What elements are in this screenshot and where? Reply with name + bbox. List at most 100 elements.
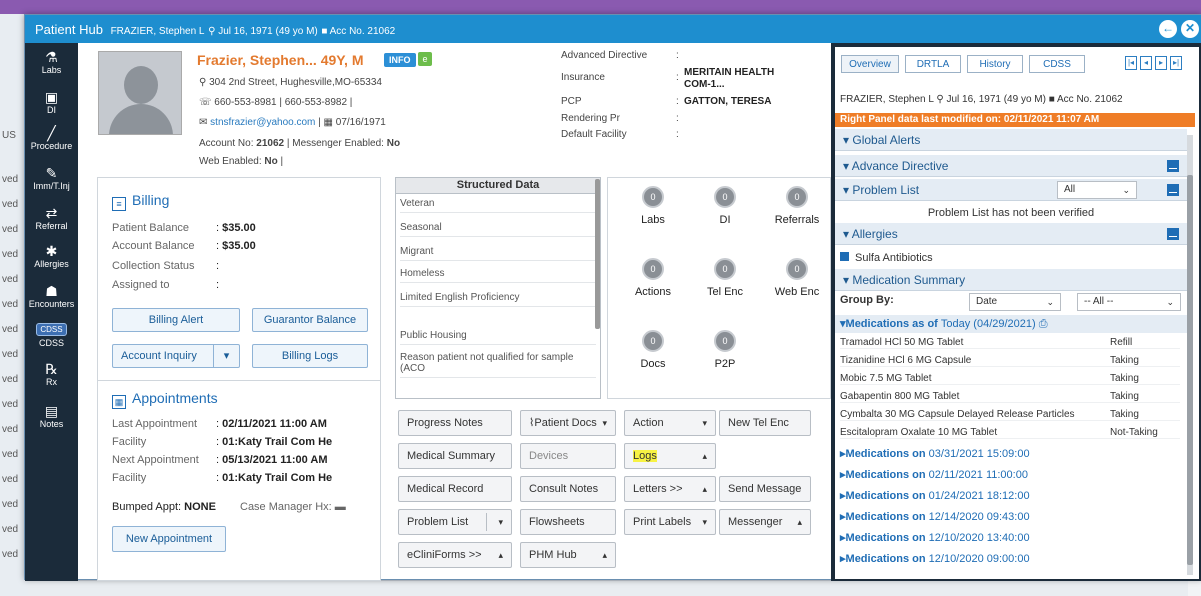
structured-data-panel: Structured Data Veteran Seasonal Migrant Ho… xyxy=(395,177,601,399)
sidebar-item-allergies[interactable]: ✱ Allergies xyxy=(25,243,78,269)
new-appointment-button[interactable]: New Appointment xyxy=(112,526,226,552)
background-row-text: ved xyxy=(2,349,19,360)
print-icon[interactable]: ⎙ xyxy=(1039,318,1048,330)
global-alerts-section[interactable]: ▾ Global Alerts xyxy=(835,129,1187,151)
prev-page-icon[interactable]: ◂ xyxy=(1140,56,1152,70)
patient-docs-button[interactable]: ⌇Patient Docs ▾ xyxy=(520,410,616,436)
new-tel-enc-button[interactable]: New Tel Enc xyxy=(719,410,811,436)
right-panel-scrollbar[interactable] xyxy=(1187,135,1193,575)
medication-history-item[interactable]: ▸Medications on 03/31/2021 15:09:00 xyxy=(840,447,1030,460)
counter-web-enc[interactable]: 0 Web Enc xyxy=(762,258,832,298)
medication-summary-section[interactable]: ▾ Medication Summary xyxy=(835,269,1187,291)
progress-notes-button[interactable]: Progress Notes xyxy=(398,410,512,436)
medication-history-item[interactable]: ▸Medications on 12/10/2020 09:00:00 xyxy=(840,552,1030,565)
modified-banner: Right Panel data last modified on: 02/11… xyxy=(835,113,1195,127)
tab-cdss[interactable]: CDSS xyxy=(1029,55,1085,73)
structured-data-scrollbar[interactable] xyxy=(595,179,600,329)
medication-history-item[interactable]: ▸Medications on 12/14/2020 09:43:00 xyxy=(840,510,1030,523)
messenger-dropdown[interactable]: Messenger ▴ xyxy=(719,509,811,535)
sidebar-item-imm-t-inj[interactable]: ✎ Imm/T.Inj xyxy=(25,165,78,191)
counter-p2p[interactable]: 0 P2P xyxy=(690,330,760,370)
medication-name: Tizanidine HCl 6 MG Capsule xyxy=(840,355,972,366)
appointments-heading: ▦ Appointments xyxy=(112,390,218,409)
structured-data-row[interactable]: Seasonal xyxy=(400,222,596,237)
back-button[interactable]: ← xyxy=(1159,20,1177,38)
letters-dropdown[interactable]: Letters >> ▴ xyxy=(624,476,716,502)
medical-summary-button[interactable]: Medical Summary xyxy=(398,443,512,469)
billing-logs-button[interactable]: Billing Logs xyxy=(252,344,368,368)
pcp-label: PCP xyxy=(561,96,582,107)
allergy-icon xyxy=(840,252,849,261)
sidebar-item-notes[interactable]: ▤ Notes xyxy=(25,403,78,429)
medication-row[interactable]: Escitalopram Oxalate 10 MG Tablet Not-Tak… xyxy=(840,427,1180,439)
account-line: Account No: 21062 | Messenger Enabled: N… xyxy=(199,138,401,149)
structured-data-row[interactable]: Homeless xyxy=(400,268,596,283)
consult-notes-button[interactable]: Consult Notes xyxy=(520,476,616,502)
medication-history-item[interactable]: ▸Medications on 01/24/2021 18:12:00 xyxy=(840,489,1030,502)
counters-panel: 0 Labs 0 DI 0 Referrals 0 Actions 0 Tel Enc 0 Web E… xyxy=(607,177,831,399)
structured-data-row[interactable]: Limited English Proficiency xyxy=(400,292,596,307)
allergies-section[interactable]: ▾ Allergies xyxy=(835,223,1187,245)
next-page-icon[interactable]: ▸ xyxy=(1155,56,1167,70)
problem-filter-select[interactable]: All ⌄ xyxy=(1057,181,1137,199)
sidebar-item-cdss[interactable]: CDSS CDSS xyxy=(25,323,78,348)
structured-data-row[interactable]: Public Housing xyxy=(400,330,596,345)
tab-drtla[interactable]: DRTLA xyxy=(905,55,961,73)
counter-badge: 0 xyxy=(642,186,664,208)
structured-data-row[interactable]: Migrant xyxy=(400,246,596,261)
sidebar-item-rx[interactable]: ℞ Rx xyxy=(25,361,78,387)
tab-overview[interactable]: Overview xyxy=(841,55,899,73)
print-labels-dropdown[interactable]: Print Labels ▾ xyxy=(624,509,716,535)
tab-history[interactable]: History xyxy=(967,55,1023,73)
send-message-button[interactable]: Send Message xyxy=(719,476,811,502)
medication-history-item[interactable]: ▸Medications on 02/11/2021 11:00:00 xyxy=(840,468,1028,481)
medication-name: Tramadol HCl 50 MG Tablet xyxy=(840,337,964,348)
medical-record-button[interactable]: Medical Record xyxy=(398,476,512,502)
sidebar-item-encounters[interactable]: ☗ Encounters xyxy=(25,283,78,309)
folder-icon[interactable]: ▬ xyxy=(335,501,346,513)
counter-actions[interactable]: 0 Actions xyxy=(618,258,688,298)
close-button[interactable]: ✕ xyxy=(1181,20,1199,38)
logs-dropdown[interactable]: Logs ▴ xyxy=(624,443,716,469)
structured-data-row[interactable]: Veteran xyxy=(400,198,596,213)
medication-row[interactable]: Mobic 7.5 MG Tablet Taking xyxy=(840,373,1180,385)
last-page-icon[interactable]: ▸| xyxy=(1170,56,1182,70)
sidebar-item-labs[interactable]: ⚗ Labs xyxy=(25,49,78,75)
med-filter-select[interactable]: -- All -- ⌄ xyxy=(1077,293,1181,311)
portal-icon[interactable]: e xyxy=(418,52,432,66)
structured-data-row[interactable]: Reason patient not qualified for sample … xyxy=(400,352,596,378)
counter-docs[interactable]: 0 Docs xyxy=(618,330,688,370)
medication-row[interactable]: Cymbalta 30 MG Capsule Delayed Release P… xyxy=(840,409,1180,421)
medication-row[interactable]: Tizanidine HCl 6 MG Capsule Taking xyxy=(840,355,1180,367)
group-by-select[interactable]: Date ⌄ xyxy=(969,293,1061,311)
background-row-text: ved xyxy=(2,399,19,410)
info-button[interactable]: INFO xyxy=(384,53,416,67)
advance-directive-section[interactable]: ▾ Advance Directive xyxy=(835,155,1187,177)
sidebar-item-di[interactable]: ▣ DI xyxy=(25,89,78,115)
patient-name-link[interactable]: Frazier, Stephen... 49Y, M xyxy=(197,52,364,68)
problem-list-button[interactable]: Problem List ▾ xyxy=(398,509,512,535)
current-meds-header[interactable]: ▾Medications as of Today (04/29/2021) ⎙ xyxy=(835,315,1187,333)
background-row-text: ved xyxy=(2,424,19,435)
bumped-appt: Bumped Appt: NONE xyxy=(112,501,216,513)
counter-tel-enc[interactable]: 0 Tel Enc xyxy=(690,258,760,298)
account-inquiry-button[interactable]: Account Inquiry ▾ xyxy=(112,344,240,368)
ecliniforms-dropdown[interactable]: eCliniForms >> ▴ xyxy=(398,542,512,568)
medication-row[interactable]: Gabapentin 800 MG Tablet Taking xyxy=(840,391,1180,403)
sidebar-item-procedure[interactable]: ╱ Procedure xyxy=(25,125,78,151)
devices-button[interactable]: Devices xyxy=(520,443,616,469)
sidebar-item-referral[interactable]: ⇄ Referral xyxy=(25,205,78,231)
billing-alert-button[interactable]: Billing Alert xyxy=(112,308,240,332)
action-dropdown[interactable]: Action ▾ xyxy=(624,410,716,436)
phm-hub-dropdown[interactable]: PHM Hub ▴ xyxy=(520,542,616,568)
counter-labs[interactable]: 0 Labs xyxy=(618,186,688,226)
medication-row[interactable]: Tramadol HCl 50 MG Tablet Refill xyxy=(840,337,1180,349)
counter-label: P2P xyxy=(714,358,736,370)
flowsheets-button[interactable]: Flowsheets xyxy=(520,509,616,535)
guarantor-balance-button[interactable]: Guarantor Balance xyxy=(252,308,368,332)
counter-referrals[interactable]: 0 Referrals xyxy=(762,186,832,226)
counter-di[interactable]: 0 DI xyxy=(690,186,760,226)
medication-history-item[interactable]: ▸Medications on 12/10/2020 13:40:00 xyxy=(840,531,1030,544)
email-link[interactable]: stnsfrazier@yahoo.com xyxy=(210,117,315,128)
first-page-icon[interactable]: |◂ xyxy=(1125,56,1137,70)
